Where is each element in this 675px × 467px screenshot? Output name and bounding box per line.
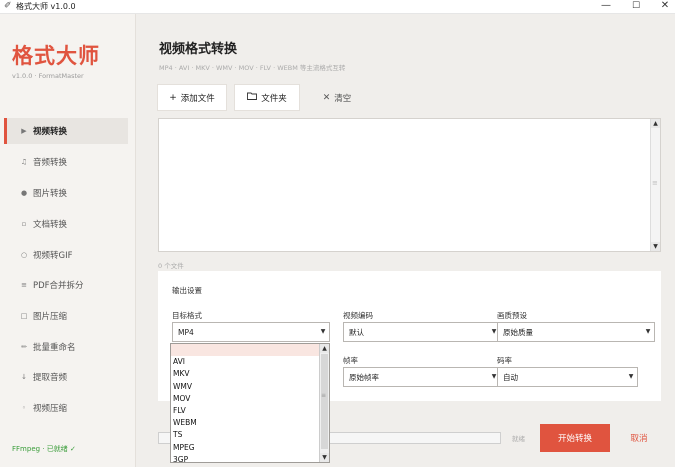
chevron-down-icon: ▼ xyxy=(645,328,651,335)
status-text: 就绪 xyxy=(512,435,525,443)
window-title: 格式大师 v1.0.0 xyxy=(16,2,76,11)
download-arrow-icon: ↓ xyxy=(21,373,27,381)
music-note-icon: ♫ xyxy=(20,158,28,166)
window-titlebar: ✐ 格式大师 v1.0.0 — ☐ ✕ xyxy=(0,0,675,14)
sidebar: 格式大师 v1.0.0 · FormatMaster ▶ 视频转换 ♫ 音频转换… xyxy=(0,14,136,467)
ffmpeg-status: FFmpeg · 已就绪 ✓ xyxy=(12,445,76,453)
dot-icon: ● xyxy=(20,189,28,197)
file-list-scrollbar[interactable]: ▲ ≡ ▼ xyxy=(650,119,660,251)
target-format-label: 目标格式 xyxy=(172,311,202,320)
scroll-up-arrow-icon[interactable]: ▲ xyxy=(651,119,660,128)
sidebar-item-document-convert[interactable]: ▫ 文档转换 xyxy=(4,211,128,237)
dropdown-scrollbar[interactable]: ▲ ≡ ▼ xyxy=(319,344,329,462)
video-codec-select[interactable]: 默认 ▼ xyxy=(343,322,501,342)
pencil-icon: ✏ xyxy=(21,343,27,351)
clear-button[interactable]: ✕ 清空 xyxy=(307,84,367,111)
square-icon: □ xyxy=(20,312,28,320)
scroll-down-arrow-icon[interactable]: ▼ xyxy=(320,453,329,462)
page-subtitle: MP4 · AVI · MKV · WMV · MOV · FLV · WEBM… xyxy=(159,64,346,72)
folder-icon xyxy=(247,92,258,103)
sidebar-item-audio-convert[interactable]: ♫ 音频转换 xyxy=(4,149,128,175)
sidebar-item-extract-audio[interactable]: ↓ 提取音频 xyxy=(4,364,128,390)
sidebar-item-video-convert[interactable]: ▶ 视频转换 xyxy=(4,118,128,144)
sidebar-item-label: 图片转换 xyxy=(33,189,68,199)
fps-label: 帧率 xyxy=(343,356,358,365)
scroll-grip-icon: ≡ xyxy=(652,179,658,187)
sidebar-item-image-compress[interactable]: □ 图片压缩 xyxy=(4,303,128,329)
close-button[interactable]: ✕ xyxy=(651,0,675,14)
brand-title: 格式大师 xyxy=(12,44,100,68)
quality-preset-value: 原始质量 xyxy=(503,327,533,337)
add-file-label: 添加文件 xyxy=(180,93,215,104)
target-format-select[interactable]: MP4 ▼ xyxy=(172,322,330,342)
dropdown-scroll-thumb[interactable] xyxy=(321,354,328,449)
document-icon: ▫ xyxy=(21,220,27,228)
video-codec-label: 视频编码 xyxy=(343,311,373,320)
clear-label: 清空 xyxy=(334,93,352,104)
sidebar-item-label: 视频压缩 xyxy=(33,404,68,414)
fps-value: 原始帧率 xyxy=(349,372,379,382)
sidebar-item-label: 视频转GIF xyxy=(33,251,73,261)
dropdown-option[interactable]: MKV xyxy=(171,368,329,380)
small-dot-icon: ◦ xyxy=(21,404,27,412)
maximize-button[interactable]: ☐ xyxy=(622,0,650,14)
dropdown-option[interactable]: 3GP xyxy=(171,454,329,466)
dropdown-option[interactable]: MPEG xyxy=(171,442,329,454)
target-format-dropdown-list[interactable]: AVI MKV WMV MOV FLV WEBM TS MPEG 3GP ▲ ≡… xyxy=(170,343,330,466)
dropdown-option[interactable]: WMV xyxy=(171,381,329,393)
sidebar-item-label: 批量重命名 xyxy=(33,343,76,353)
dropdown-option[interactable]: TS xyxy=(171,429,329,441)
sidebar-item-batch-rename[interactable]: ✏ 批量重命名 xyxy=(4,334,128,360)
dropdown-option[interactable]: WEBM xyxy=(171,417,329,429)
version-label: v1.0.0 · FormatMaster xyxy=(12,72,84,80)
chevron-down-icon: ▼ xyxy=(320,328,326,335)
quality-preset-select[interactable]: 原始质量 ▼ xyxy=(497,322,655,342)
dropdown-option[interactable]: AVI xyxy=(171,356,329,368)
x-icon: ✕ xyxy=(322,92,331,103)
fps-select[interactable]: 原始帧率 ▼ xyxy=(343,367,501,387)
page-title: 视频格式转换 xyxy=(159,42,238,57)
list-icon: ≡ xyxy=(21,281,27,289)
dropdown-option[interactable]: FLV xyxy=(171,405,329,417)
sidebar-item-video-compress[interactable]: ◦ 视频压缩 xyxy=(4,395,128,421)
video-codec-value: 默认 xyxy=(349,327,364,337)
sidebar-item-pdf-merge-split[interactable]: ≡ PDF合并拆分 xyxy=(4,272,128,298)
cancel-button[interactable]: 取消 xyxy=(618,424,660,452)
dropdown-option[interactable]: MOV xyxy=(171,393,329,405)
sidebar-item-label: 图片压缩 xyxy=(33,312,68,322)
bitrate-select[interactable]: 自动 ▼ xyxy=(497,367,638,387)
sidebar-item-label: 视频转换 xyxy=(33,127,68,137)
dropdown-option[interactable] xyxy=(171,344,329,357)
start-convert-button[interactable]: 开始转换 xyxy=(540,424,610,452)
sidebar-item-label: 文档转换 xyxy=(33,220,68,230)
scroll-down-arrow-icon[interactable]: ▼ xyxy=(651,242,660,251)
minimize-button[interactable]: — xyxy=(592,0,620,14)
sidebar-item-label: PDF合并拆分 xyxy=(33,281,84,291)
bitrate-label: 码率 xyxy=(497,356,512,365)
scroll-up-arrow-icon[interactable]: ▲ xyxy=(320,344,329,353)
add-folder-label: 文件夹 xyxy=(261,93,287,104)
plus-icon: + xyxy=(169,92,177,103)
circle-icon: ○ xyxy=(20,251,28,259)
file-list[interactable]: ▲ ≡ ▼ xyxy=(158,118,661,252)
app-feather-icon: ✐ xyxy=(4,1,12,11)
bitrate-value: 自动 xyxy=(503,372,518,382)
quality-preset-label: 画质预设 xyxy=(497,311,527,320)
chevron-down-icon: ▼ xyxy=(628,373,634,380)
add-file-button[interactable]: + 添加文件 xyxy=(157,84,227,111)
sidebar-item-image-convert[interactable]: ● 图片转换 xyxy=(4,180,128,206)
target-format-value: MP4 xyxy=(178,327,194,337)
sidebar-item-label: 提取音频 xyxy=(33,373,68,383)
sidebar-item-video-to-gif[interactable]: ○ 视频转GIF xyxy=(4,242,128,268)
scroll-grip-icon: ≡ xyxy=(321,392,327,399)
sidebar-item-label: 音频转换 xyxy=(33,158,68,168)
file-count: 0 个文件 xyxy=(158,262,184,270)
settings-title: 输出设置 xyxy=(172,286,202,295)
play-icon: ▶ xyxy=(21,127,27,135)
add-folder-button[interactable]: 文件夹 xyxy=(234,84,300,111)
